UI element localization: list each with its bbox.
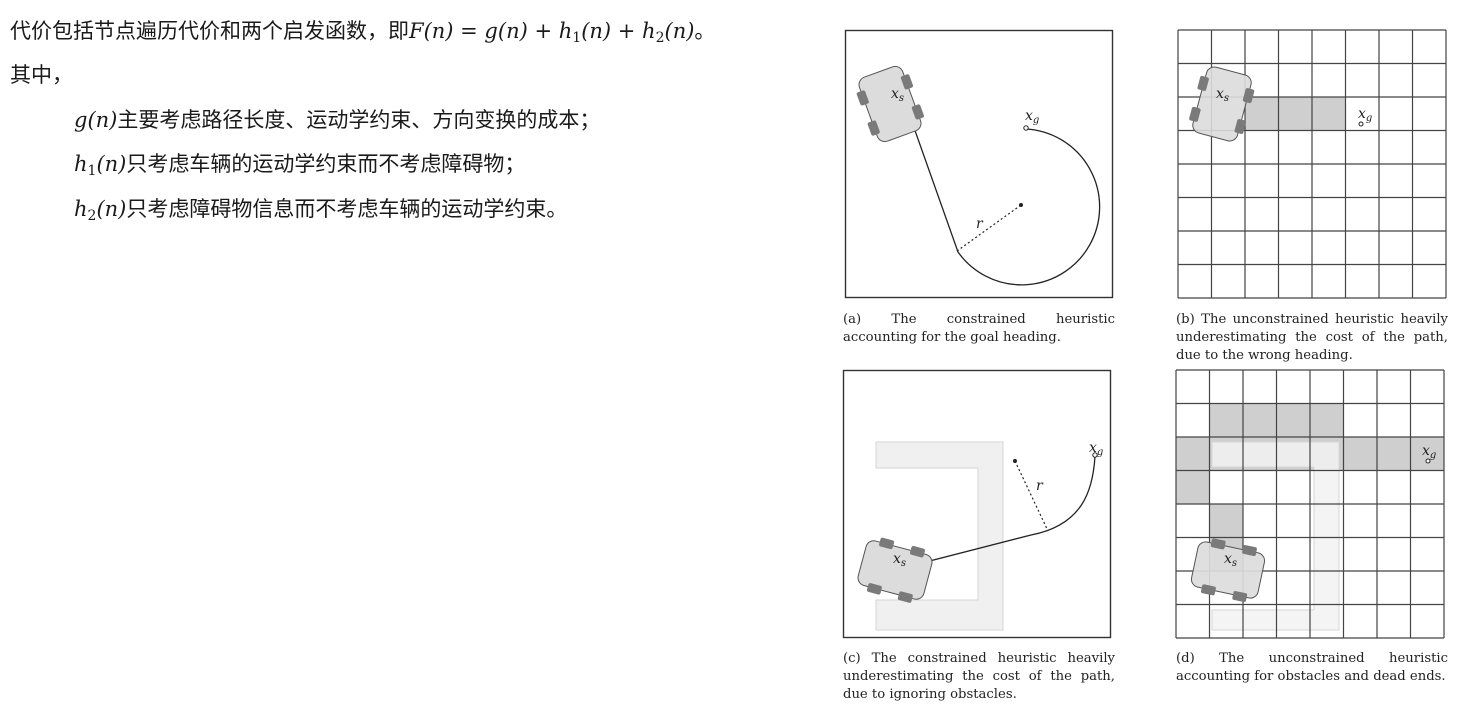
formula-sub-1: 1 bbox=[572, 30, 582, 46]
caption-a: (a) The constrained heuristic accounting… bbox=[843, 312, 1115, 345]
figure-panel-d: xs xg bbox=[1175, 369, 1445, 639]
list-item-h1: h1(n)只考虑车辆的运动学约束而不考虑障碍物； bbox=[74, 149, 525, 179]
figure-panel-a: xs xg r bbox=[844, 29, 1114, 299]
item1-text: 主要考虑路径长度、运动学约束、方向变换的成本； bbox=[117, 108, 601, 132]
paragraph-line-2: 其中， bbox=[10, 60, 73, 90]
list-item-h2: h2(n)只考虑障碍物信息而不考虑车辆的运动学约束。 bbox=[74, 194, 567, 224]
figure-panel-c: xs xg r bbox=[842, 369, 1112, 639]
paragraph-line-1: 代价包括节点遍历代价和两个启发函数，即F(n) = g(n) + h1(n) +… bbox=[10, 16, 715, 46]
caption-d: (d) The unconstrained heuristic accounti… bbox=[1176, 651, 1448, 684]
label-r: r bbox=[976, 216, 984, 232]
caption-b: (b) The unconstrained heuristic heavily … bbox=[1176, 312, 1448, 363]
label-xg: xg bbox=[1358, 106, 1372, 124]
figure-panel-b: xs xg bbox=[1177, 29, 1447, 299]
line2-text: 其中， bbox=[10, 63, 73, 87]
caption-c: (c) The constrained heuristic heavily un… bbox=[843, 651, 1115, 702]
item3-n: (n) bbox=[96, 197, 127, 221]
formula-part-2: (n) + h bbox=[581, 19, 656, 43]
item3-h: h bbox=[74, 197, 88, 221]
line1-prefix: 代价包括节点遍历代价和两个启发函数，即 bbox=[10, 19, 409, 43]
formula-sub-2: 2 bbox=[655, 30, 665, 46]
item2-text: 只考虑车辆的运动学约束而不考虑障碍物； bbox=[126, 152, 526, 176]
item3-text: 只考虑障碍物信息而不考虑车辆的运动学约束。 bbox=[126, 197, 568, 221]
label-xg: xg bbox=[1025, 108, 1039, 126]
line1-suffix: 。 bbox=[694, 19, 716, 43]
formula: F(n) = g(n) + h1(n) + h2(n) bbox=[409, 19, 695, 46]
item2-n: (n) bbox=[96, 152, 127, 176]
label-r: r bbox=[1036, 478, 1044, 494]
list-item-g: g(n)主要考虑路径长度、运动学约束、方向变换的成本； bbox=[74, 105, 600, 135]
item3-math: h2(n) bbox=[74, 197, 127, 223]
formula-part-1: F(n) = g(n) + h bbox=[409, 19, 573, 43]
item2-h: h bbox=[74, 152, 88, 176]
formula-part-3: (n) bbox=[664, 19, 695, 43]
label-xg: xg bbox=[1089, 440, 1103, 458]
item2-math: h1(n) bbox=[74, 152, 127, 178]
item1-math: g(n) bbox=[74, 108, 118, 132]
car-icon bbox=[857, 537, 933, 603]
